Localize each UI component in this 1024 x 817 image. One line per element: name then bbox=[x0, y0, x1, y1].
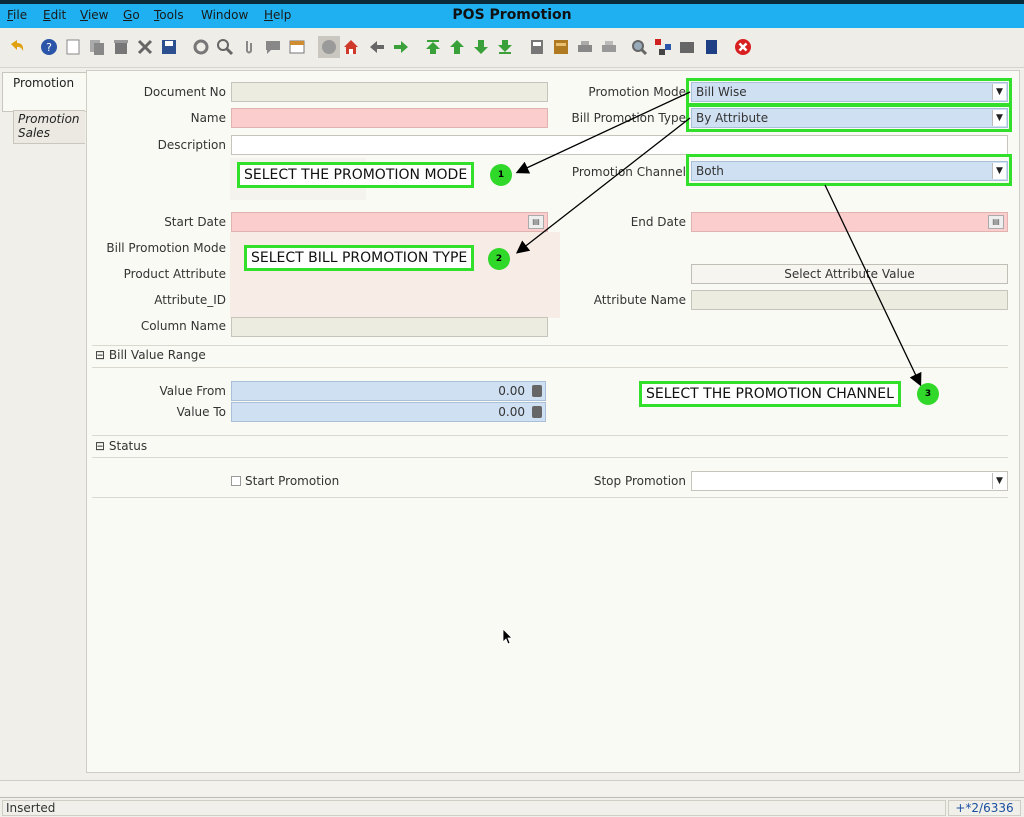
mouse-cursor-icon bbox=[502, 628, 513, 645]
message-area bbox=[0, 780, 1024, 796]
callout-promotion-mode: SELECT THE PROMOTION MODE bbox=[237, 162, 475, 188]
callout-badge-2: 2 bbox=[488, 248, 510, 270]
arrow-to-callout-1 bbox=[515, 91, 691, 174]
callout-bill-promotion-type: SELECT BILL PROMOTION TYPE bbox=[244, 245, 475, 271]
arrow-to-callout-3 bbox=[824, 184, 922, 387]
status-message: Inserted bbox=[2, 800, 946, 816]
callout-badge-3: 3 bbox=[917, 383, 939, 405]
record-navigation-info[interactable]: +*2/6336 bbox=[948, 800, 1021, 816]
callout-badge-1: 1 bbox=[490, 164, 512, 186]
callout-promotion-channel: SELECT THE PROMOTION CHANNEL bbox=[639, 381, 901, 407]
arrow-to-callout-2 bbox=[515, 117, 691, 254]
annotation-arrows bbox=[515, 91, 922, 387]
